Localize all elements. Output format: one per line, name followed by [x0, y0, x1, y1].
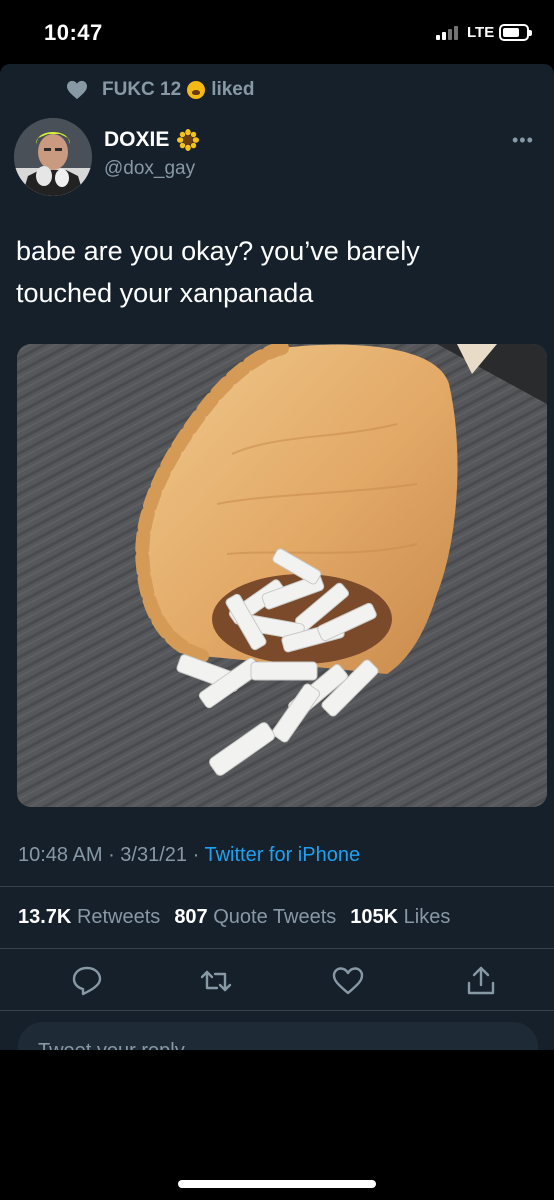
reply-icon[interactable]: [70, 964, 104, 998]
status-bar: 10:47 LTE: [0, 0, 554, 64]
tweet-date: 3/31/21: [120, 844, 188, 866]
retweets-count: 13.7K: [18, 906, 72, 928]
liked-by-name: FUKC 12: [102, 79, 182, 100]
reply-placeholder: Tweet your reply: [38, 1040, 185, 1050]
social-context[interactable]: FUKC 12 liked: [66, 78, 255, 102]
like-icon[interactable]: [331, 964, 365, 998]
tweet-time: 10:48 AM: [18, 844, 103, 866]
sunflower-icon: [177, 129, 200, 151]
retweet-icon[interactable]: [199, 964, 233, 998]
tweet-text-line-2: touched your xanpanada: [16, 278, 314, 308]
retweets-stat[interactable]: 13.7K Retweets: [18, 906, 160, 929]
signal-icon: [436, 26, 462, 40]
reply-input[interactable]: Tweet your reply: [18, 1022, 538, 1050]
quote-tweets-label: Quote Tweets: [213, 906, 337, 928]
tweet-source-link[interactable]: Twitter for iPhone: [204, 844, 360, 866]
tweet-actions: [0, 964, 554, 1004]
likes-label: Likes: [403, 906, 451, 928]
liked-label: liked: [211, 79, 255, 100]
network-label: LTE: [467, 24, 495, 41]
divider: [0, 886, 554, 887]
home-indicator[interactable]: [178, 1180, 376, 1188]
share-icon[interactable]: [464, 964, 498, 998]
yawning-face-icon: [187, 81, 206, 99]
quote-tweets-stat[interactable]: 807 Quote Tweets: [174, 906, 336, 929]
tweet-screen: FUKC 12 liked DOXIE @dox_gay ••• babe ar…: [0, 64, 554, 1050]
more-icon[interactable]: •••: [512, 130, 534, 151]
avatar[interactable]: [14, 118, 92, 196]
tweet-timestamp: 10:48 AM · 3/31/21 · Twitter for iPhone: [18, 844, 360, 867]
quote-tweets-count: 807: [174, 906, 208, 928]
battery-icon: [499, 24, 532, 41]
tweet-stats: 13.7K Retweets 807 Quote Tweets 105K Lik…: [18, 906, 450, 929]
display-name: DOXIE: [104, 128, 170, 151]
separator: ·: [108, 844, 121, 866]
likes-stat[interactable]: 105K Likes: [350, 906, 450, 929]
divider: [0, 1010, 554, 1011]
heart-icon: [67, 80, 87, 100]
tweet-photo[interactable]: [17, 344, 547, 807]
tweet-text-line-1: babe are you okay? you’ve barely: [16, 236, 420, 266]
likes-count: 105K: [350, 906, 399, 928]
retweets-label: Retweets: [76, 906, 161, 928]
author-name[interactable]: DOXIE: [104, 128, 200, 152]
divider: [0, 948, 554, 949]
tweet-text: babe are you okay? you’ve barely touched…: [16, 230, 536, 314]
author-handle[interactable]: @dox_gay: [104, 158, 195, 180]
status-time: 10:47: [44, 20, 103, 45]
separator: ·: [192, 844, 205, 866]
